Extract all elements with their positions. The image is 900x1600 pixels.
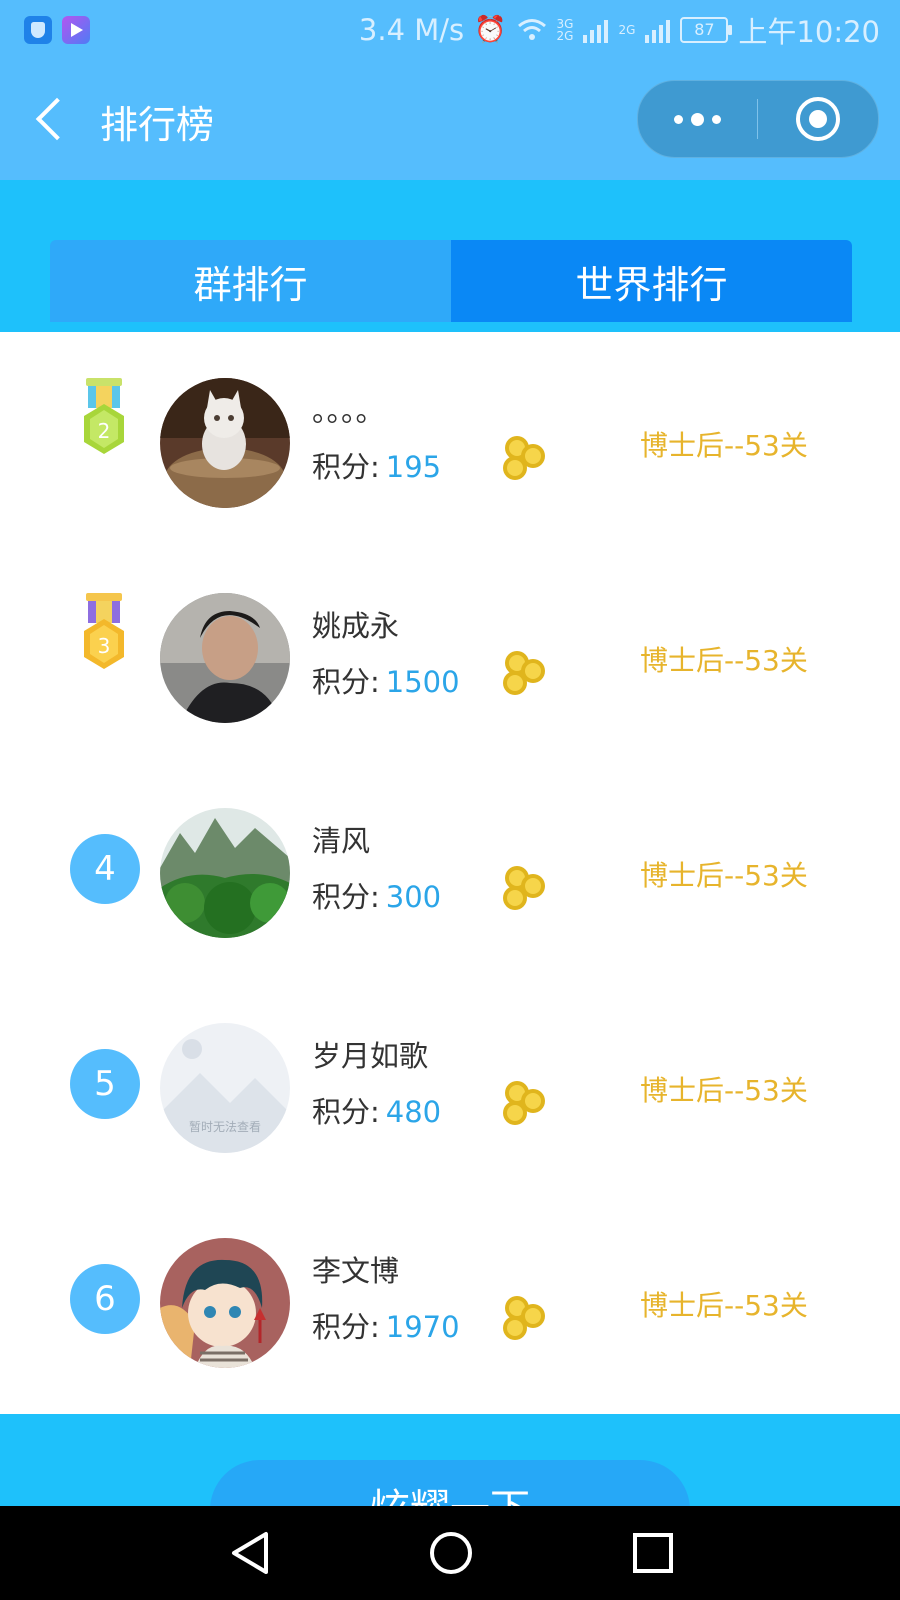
score-value: 300 xyxy=(385,880,442,914)
header-bar: 排行榜 xyxy=(0,60,900,180)
avatar[interactable] xyxy=(160,808,290,938)
network-type-2g: 2G xyxy=(618,23,636,37)
medal-rank-text: 3 xyxy=(98,634,111,658)
score-value: 1970 xyxy=(385,1310,460,1344)
wifi-icon xyxy=(517,19,546,40)
player-name: 李文博 xyxy=(312,1254,400,1288)
player-score: 积分: 1970 xyxy=(312,1310,460,1344)
ranking-row[interactable]: 4 清风 积分: 300 博士后--53关 xyxy=(0,762,900,977)
player-name: 清风 xyxy=(312,824,371,858)
player-score: 积分: 1500 xyxy=(312,665,460,699)
capsule-divider xyxy=(757,99,758,139)
back-button[interactable] xyxy=(30,90,79,150)
security-app-icon xyxy=(24,16,52,44)
player-score: 积分: 195 xyxy=(312,450,442,484)
level-text: 博士后--53关 xyxy=(640,429,808,462)
coins-icon xyxy=(503,436,545,480)
ranking-row[interactable]: 2 。。。。 积分: 195 博士后--53关 xyxy=(0,332,900,547)
level-text: 博士后--53关 xyxy=(640,1289,808,1322)
network-type-bottom: 2G xyxy=(556,29,574,43)
coins-icon xyxy=(503,651,545,695)
rank-badge: 5 xyxy=(70,1049,140,1119)
tab-bar: 群排行 世界排行 xyxy=(0,180,900,332)
score-value: 1500 xyxy=(385,665,460,699)
nav-recent-icon[interactable] xyxy=(630,1530,676,1576)
more-button[interactable] xyxy=(638,81,756,157)
rank-badge: 6 xyxy=(70,1264,140,1334)
level-text: 博士后--53关 xyxy=(640,1074,808,1107)
rank-badge: 4 xyxy=(70,834,140,904)
medal-rank-text: 2 xyxy=(98,419,111,443)
tab-group-ranking[interactable]: 群排行 xyxy=(50,240,451,322)
signal-icon-2 xyxy=(645,17,671,43)
signal-icon xyxy=(583,17,609,43)
coins-icon xyxy=(503,1081,545,1125)
avatar[interactable] xyxy=(160,593,290,723)
coins-icon xyxy=(503,1296,545,1340)
avatar[interactable] xyxy=(160,1238,290,1368)
close-button[interactable] xyxy=(796,97,840,141)
system-navigation-bar xyxy=(0,1506,900,1600)
more-dots-icon xyxy=(673,114,683,124)
miniprogram-capsule xyxy=(637,80,879,158)
player-score: 积分: 480 xyxy=(312,1095,442,1129)
ranking-row[interactable]: 3 姚成永 积分: 1500 博士后--53关 xyxy=(0,547,900,762)
network-speed: 3.4 M/s xyxy=(358,13,465,47)
avatar[interactable]: 暂时无法查看 xyxy=(160,1023,290,1153)
ranking-row[interactable]: 5 暂时无法查看 岁月如歌 积分: 480 博士后--53关 xyxy=(0,977,900,1192)
player-score: 积分: 300 xyxy=(312,880,442,914)
score-value: 480 xyxy=(385,1095,442,1129)
page-title: 排行榜 xyxy=(100,103,215,147)
player-name: 姚成永 xyxy=(312,609,400,643)
player-name: 岁月如歌 xyxy=(312,1039,429,1073)
battery-icon: 87 xyxy=(680,17,733,43)
silver-medal-icon: 2 xyxy=(84,378,124,454)
avatar-placeholder-text: 暂时无法查看 xyxy=(189,1120,261,1134)
status-bar: 3.4 M/s ⏰ 3G 2G 2G 87 上午10:20 xyxy=(0,0,900,60)
clock: 上午10:20 xyxy=(738,15,880,49)
nav-home-icon[interactable] xyxy=(428,1530,474,1576)
ranking-list: 2 。。。。 积分: 195 博士后--53关 3 姚成永 积分: 1500 博… xyxy=(0,332,900,1414)
tab-world-ranking[interactable]: 世界排行 xyxy=(451,240,852,322)
player-name: 。。。。 xyxy=(312,394,385,428)
back-chevron-icon xyxy=(35,97,79,141)
alarm-icon: ⏰ xyxy=(474,15,507,45)
share-button[interactable]: 炫耀一下 xyxy=(210,1460,690,1506)
bottom-action-bar: 炫耀一下 xyxy=(0,1414,900,1506)
nav-back-icon[interactable] xyxy=(228,1530,274,1576)
avatar[interactable] xyxy=(160,378,290,508)
ranking-row[interactable]: 6 李文博 积分: 1970 博士后--53关 xyxy=(0,1192,900,1407)
level-text: 博士后--53关 xyxy=(640,644,808,677)
coins-icon xyxy=(503,866,545,910)
level-text: 博士后--53关 xyxy=(640,859,808,892)
bronze-medal-icon: 3 xyxy=(84,593,124,669)
video-app-icon xyxy=(62,16,90,44)
score-value: 195 xyxy=(385,450,442,484)
